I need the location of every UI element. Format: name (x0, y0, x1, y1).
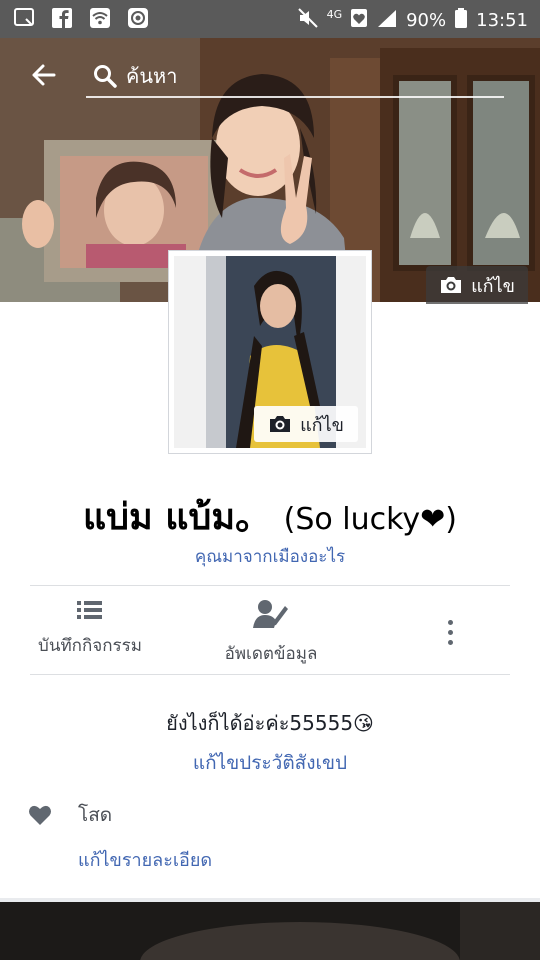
hometown-prompt-link[interactable]: คุณมาจากเมืองอะไร (0, 543, 540, 570)
profile-name-suffix: (So lucky❤) (283, 502, 458, 537)
record-icon (126, 6, 150, 30)
list-icon (77, 601, 102, 619)
data-icon (350, 8, 368, 33)
battery-icon (454, 7, 468, 34)
bio-text: ยังไงก็ได้อ่ะค่ะ55555😘 (166, 711, 374, 735)
update-info-button[interactable]: อัพเดตข้อมูล (216, 598, 326, 667)
divider (30, 585, 510, 586)
wifi-icon (88, 6, 112, 30)
profile-picture[interactable]: แก้ไข (168, 250, 372, 454)
back-button[interactable] (26, 60, 60, 90)
screenshot-icon (12, 6, 36, 30)
edit-cover-button[interactable]: แก้ไข (426, 266, 528, 304)
edit-details-link[interactable]: แก้ไขรายละเอียด (78, 845, 212, 874)
signal-icon (376, 8, 398, 33)
profile-picture-image: แก้ไข (174, 256, 366, 448)
heart-icon (29, 805, 51, 825)
camera-icon (270, 416, 291, 432)
edit-bio-link[interactable]: แก้ไขประวัติสังเขป (0, 748, 540, 778)
relationship-row: โสด (28, 800, 112, 830)
edit-profile-picture-button[interactable]: แก้ไข (254, 406, 358, 442)
arrow-left-icon (32, 64, 56, 86)
more-vertical-icon (447, 619, 453, 625)
divider (30, 674, 510, 675)
status-bar: 4G 90% 13:51 (0, 0, 540, 38)
mute-icon (297, 7, 319, 34)
more-options-button[interactable] (436, 612, 464, 652)
update-info-label: อัพเดตข้อมูล (224, 644, 318, 664)
clock: 13:51 (476, 10, 528, 31)
battery-percent: 90% (406, 10, 447, 31)
activity-log-label: บันทึกกิจกรรม (38, 636, 142, 656)
next-post-photo[interactable] (0, 902, 540, 960)
relationship-status: โสด (78, 804, 113, 826)
edit-profile-picture-label: แก้ไข (300, 414, 344, 436)
more-vertical-icon-dot (447, 639, 453, 645)
search-icon (94, 65, 117, 88)
network-type-label: 4G (326, 8, 343, 21)
facebook-icon (50, 6, 74, 30)
activity-log-button[interactable]: บันทึกกิจกรรม (30, 598, 150, 659)
profile-name-text: แบ่ม แบ้ม。 (82, 497, 272, 538)
more-vertical-icon-dot (447, 629, 453, 635)
edit-profile-icon (253, 600, 288, 628)
edit-cover-label: แก้ไข (471, 275, 515, 297)
profile-name: แบ่ม แบ้ม。 (So lucky❤) (0, 488, 540, 545)
search-placeholder[interactable]: ค้นหา (126, 60, 177, 92)
camera-icon (441, 277, 462, 293)
search-bar[interactable]: ค้นหา (86, 56, 504, 98)
profile-actions: บันทึกกิจกรรม อัพเดตข้อมูล (0, 588, 540, 674)
